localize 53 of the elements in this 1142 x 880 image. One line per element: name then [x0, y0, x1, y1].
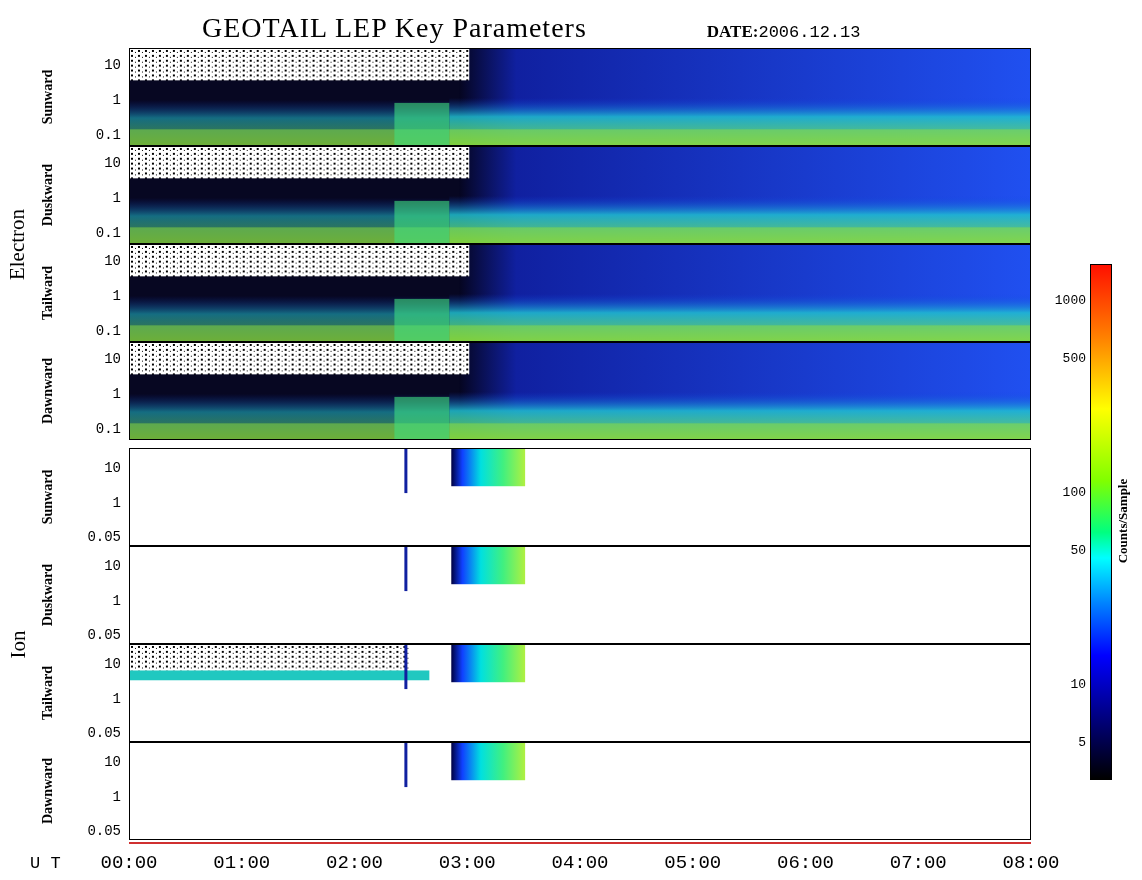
axis-tick-label: 0.1	[95, 226, 121, 240]
species-label: Ion	[5, 630, 31, 658]
chart-title: GEOTAIL LEP Key Parameters	[202, 14, 587, 45]
date-text: DATE:2006.12.13	[706, 22, 861, 44]
axis-tick-label: 1	[112, 93, 121, 107]
axis-tick-label: 0.05	[87, 628, 121, 642]
direction-label: Sunward	[40, 69, 56, 125]
axis-label: U T	[29, 853, 62, 873]
axis-tick-label: 1	[112, 495, 121, 510]
axis-tick-label: 10	[104, 657, 121, 671]
species-label: Electron	[5, 208, 31, 280]
axis-tick-label: 1	[112, 191, 121, 205]
axis-label: Counts/Sample	[1115, 478, 1131, 564]
direction-label: Tailward	[40, 266, 56, 320]
axis-tick-label: 10	[104, 58, 121, 72]
axis-tick-label: 08:00	[1002, 852, 1060, 874]
axis-tick-label: 07:00	[889, 852, 947, 874]
axis-tick-label: 05:00	[664, 852, 722, 874]
direction-label: Sunward	[40, 469, 56, 525]
axis-tick-label: 0.05	[87, 530, 121, 544]
axis-tick-label: 1	[112, 387, 121, 401]
axis-tick-label: 04:00	[551, 852, 609, 874]
axis-tick-label: 0.1	[95, 128, 121, 142]
axis-tick-label: 10	[104, 156, 121, 170]
axis-tick-label: 1	[112, 593, 121, 608]
axis-tick-label: 1	[112, 789, 121, 804]
axis-tick-label: 10	[104, 755, 121, 769]
axis-tick-label: 10	[1070, 676, 1086, 692]
axis-tick-label: 0.05	[87, 726, 121, 740]
axis-tick-label: 500	[1062, 350, 1086, 366]
axis-tick-label: 01:00	[213, 852, 271, 874]
axis-tick-label: 1	[112, 289, 121, 303]
axis-tick-label: 0.05	[87, 824, 121, 838]
axis-tick-label: 10	[104, 254, 121, 268]
direction-label: Dawnward	[40, 757, 56, 825]
axis-tick-label: 5	[1078, 734, 1086, 750]
axis-tick-label: 50	[1070, 542, 1086, 558]
axis-tick-label: 03:00	[438, 852, 496, 874]
axis-tick-label: 10	[104, 352, 121, 366]
axis-tick-label: 00:00	[100, 852, 158, 874]
axis-tick-label: 06:00	[777, 852, 834, 874]
axis-tick-label: 10	[104, 461, 121, 475]
direction-label: Dawnward	[40, 357, 56, 425]
direction-label: Duskward	[40, 563, 56, 627]
axis-tick-label: 0.1	[95, 422, 121, 436]
axis-tick-label: 10	[104, 559, 121, 573]
axis-tick-label: 1000	[1054, 292, 1086, 308]
axis-tick-label: 0.1	[95, 324, 121, 338]
direction-label: Duskward	[40, 163, 56, 227]
axis-tick-label: 100	[1062, 484, 1086, 500]
axis-tick-label: 02:00	[326, 852, 383, 874]
axis-tick-label: 1	[112, 691, 121, 706]
direction-label: Tailward	[40, 666, 56, 720]
